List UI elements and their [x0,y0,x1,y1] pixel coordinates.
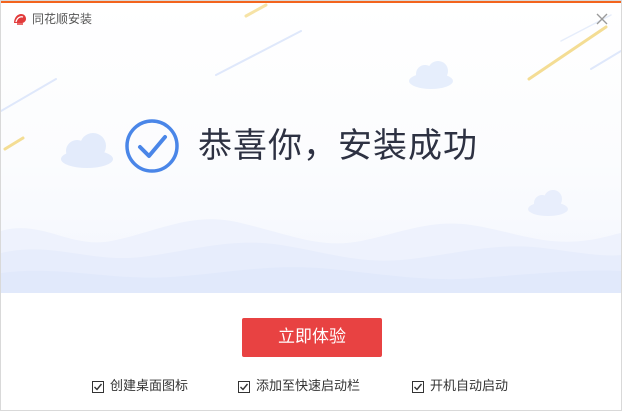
start-now-button[interactable]: 立即体验 [242,318,382,357]
quick-launch-checkbox[interactable]: 添加至快速启动栏 [238,377,360,397]
checkbox-checked-icon[interactable] [238,381,250,393]
installer-window: 同花顺安装 恭喜你，安装成功 立即体验 创建桌面图标 添加至快速启动栏 开机自动… [0,0,622,411]
close-icon[interactable] [593,10,611,28]
check-circle-icon [125,119,179,173]
title-bar[interactable]: 同花顺安装 [1,3,621,35]
hero-banner: 同花顺安装 恭喜你，安装成功 [1,1,621,293]
autostart-checkbox[interactable]: 开机自动启动 [412,377,508,397]
checkbox-checked-icon[interactable] [412,381,424,393]
success-message: 恭喜你，安装成功 [198,126,478,166]
checkbox-checked-icon[interactable] [92,381,104,393]
window-title: 同花顺安装 [32,12,93,26]
quick-launch-label: 添加至快速启动栏 [256,379,361,394]
autostart-label: 开机自动启动 [430,379,509,394]
tonghuashun-logo-icon [14,14,26,25]
wave-decoration [1,219,621,293]
install-options: 创建桌面图标 添加至快速启动栏 开机自动启动 [1,377,621,397]
desktop-icon-checkbox[interactable]: 创建桌面图标 [92,377,188,397]
success-message-row: 恭喜你，安装成功 [124,116,478,176]
desktop-icon-label: 创建桌面图标 [110,379,189,394]
